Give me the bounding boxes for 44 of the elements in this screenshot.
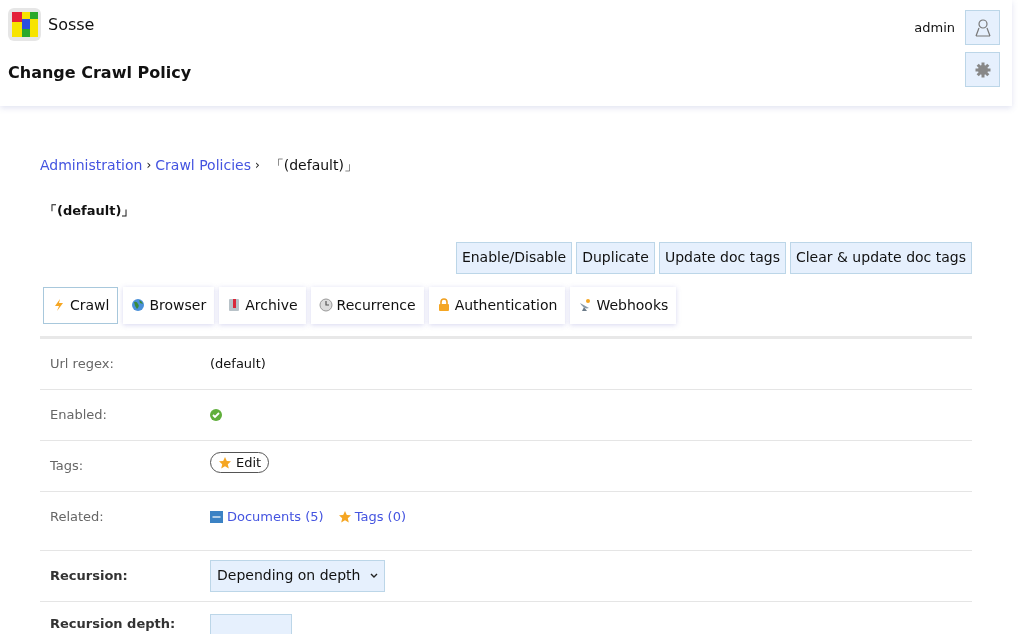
breadcrumb-separator: › [146,157,152,174]
related-link[interactable]: Tags (0) [337,506,406,527]
settings-button[interactable] [965,52,1000,87]
logo-icon[interactable] [8,8,41,41]
page-title: Change Crawl Policy [8,62,192,84]
tab[interactable]: Webhooks [570,286,677,324]
breadcrumb-link[interactable]: Administration [40,154,143,176]
breadcrumb-separator: › [254,157,260,174]
field-label: Recursion: [49,566,129,585]
user-icon [974,18,991,37]
field-label: Related: [49,507,105,526]
field-label: Enabled: [49,405,108,424]
breadcrumb-current: 「(default)」 [269,155,358,175]
settings-icon [974,61,991,78]
recursion-select[interactable]: Depending on depth [210,559,386,592]
tab[interactable]: Browser [123,286,215,324]
app-name[interactable]: Sosse [48,12,95,37]
lightning-icon [52,298,66,312]
star-icon [218,455,232,470]
chevron-icon [370,572,379,579]
tab[interactable]: Recurrence [310,286,424,324]
field-value: (default) [210,354,266,373]
action-button[interactable]: Clear & update doc tags [789,241,972,274]
username: admin [914,18,955,37]
action-button[interactable]: Enable/Disable [455,241,573,274]
field-label: Recursion depth: [49,614,177,633]
star-icon [337,509,352,524]
related-link[interactable]: Documents (5) [210,506,324,527]
satellite-dish-icon [578,298,593,312]
record-heading: 「(default)」 [44,202,136,220]
action-button[interactable]: Update doc tags [658,241,786,274]
tab[interactable]: Crawl [43,286,119,324]
tab[interactable]: Archive [219,286,306,324]
action-button[interactable]: Duplicate [576,241,655,274]
field-label: Url regex: [49,354,115,373]
book-icon [227,298,242,312]
document-icon [210,509,224,524]
field-label: Tags: [49,456,85,475]
tab[interactable]: Authentication [428,286,566,324]
breadcrumb-link[interactable]: Crawl Policies [155,154,251,176]
user-button[interactable] [965,10,1000,45]
padlock-icon [436,298,451,312]
clock-icon [318,298,333,312]
globe-icon [131,298,146,312]
